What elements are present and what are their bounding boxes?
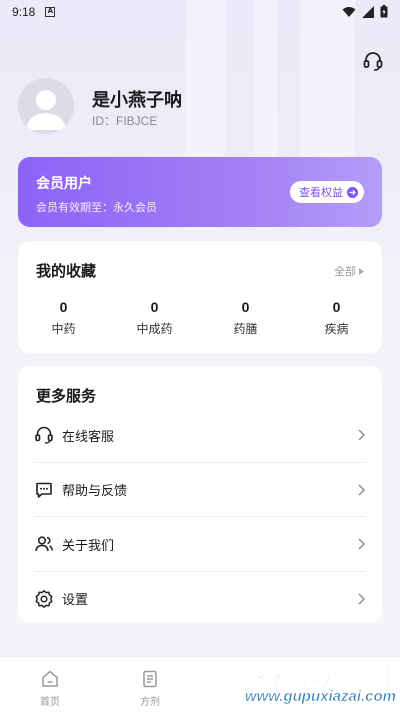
battery-icon	[380, 5, 388, 18]
favorite-stat-patent-medicine[interactable]: 0 中成药	[109, 299, 200, 337]
favorites-all-label: 全部	[334, 265, 356, 278]
favorite-stat-medicinal-diet[interactable]: 0 药膳	[200, 299, 291, 337]
caret-right-icon	[359, 267, 364, 275]
service-label: 关于我们	[62, 538, 115, 554]
favorite-count: 0	[59, 299, 68, 315]
headset-icon	[363, 52, 383, 71]
arrow-right-circle-icon	[347, 186, 358, 198]
status-time: 9:18	[12, 5, 36, 19]
favorites-card: 我的收藏 全部 0 中药 0 中成药 0 药膳 0 疾病	[18, 241, 382, 353]
service-label: 帮助与反馈	[62, 484, 128, 500]
status-bar: 9:18 A	[0, 0, 400, 24]
default-avatar-icon	[26, 90, 66, 130]
favorite-stat-diseases[interactable]: 0 疾病	[291, 299, 382, 337]
signal-icon	[362, 5, 374, 18]
users-icon	[34, 534, 54, 554]
tab-home[interactable]: 首页	[0, 657, 100, 712]
service-item-about-us[interactable]: 关于我们	[18, 517, 382, 572]
chevron-right-icon	[358, 538, 365, 550]
headset-icon	[34, 425, 54, 445]
favorite-count: 0	[332, 299, 341, 315]
favorite-label: 药膳	[233, 322, 258, 336]
wifi-icon	[342, 6, 356, 17]
favorites-stats: 0 中药 0 中成药 0 药膳 0 疾病	[18, 299, 382, 337]
user-id: ID：FIBJCE	[92, 114, 158, 128]
service-label: 在线客服	[62, 429, 115, 445]
tab-label: 首页	[40, 697, 60, 708]
chevron-right-icon	[358, 429, 365, 441]
favorite-count: 0	[241, 299, 250, 315]
membership-title: 会员用户	[36, 176, 92, 192]
favorites-title: 我的收藏	[36, 262, 97, 280]
view-benefits-button[interactable]: 查看权益	[290, 181, 364, 203]
more-services-card: 更多服务 在线客服 帮助与反馈 关于我们 设置	[18, 366, 382, 623]
chevron-right-icon	[358, 593, 365, 605]
favorites-all-link[interactable]: 全部	[334, 263, 364, 279]
service-item-help-feedback[interactable]: 帮助与反馈	[18, 463, 382, 518]
service-item-online-support[interactable]: 在线客服	[18, 408, 382, 463]
tab-prescriptions[interactable]: 方剂	[100, 657, 200, 712]
home-icon	[42, 670, 58, 687]
favorite-label: 中药	[51, 322, 76, 336]
service-label: 设置	[62, 593, 89, 609]
favorite-stat-herbs[interactable]: 0 中药	[18, 299, 109, 337]
avatar[interactable]	[18, 78, 74, 134]
tab-label: 方剂	[140, 697, 160, 708]
view-benefits-label: 查看权益	[299, 186, 343, 199]
chevron-right-icon	[358, 484, 365, 496]
more-services-title: 更多服务	[36, 387, 97, 405]
service-item-settings[interactable]: 设置	[18, 572, 382, 627]
document-icon	[143, 670, 157, 688]
membership-card[interactable]: 会员用户 会员有效期至：永久会员 查看权益	[18, 157, 382, 227]
watermark-url: www.gupuxiazai.com	[244, 688, 397, 706]
status-indicators	[342, 5, 388, 18]
notification-icon: A	[45, 7, 56, 17]
favorite-label: 中成药	[136, 322, 173, 336]
user-name: 是小燕子呐	[92, 90, 182, 111]
favorite-label: 疾病	[324, 322, 349, 336]
customer-service-button[interactable]	[362, 50, 384, 72]
favorite-count: 0	[150, 299, 159, 315]
watermark-overlay: 谷普软件园 www.gupuxiazai.com	[222, 654, 400, 712]
gear-icon	[34, 589, 54, 609]
chat-bubble-icon	[34, 480, 54, 500]
services-list: 在线客服 帮助与反馈 关于我们 设置	[18, 408, 382, 626]
membership-expiry: 会员有效期至：永久会员	[36, 201, 157, 214]
